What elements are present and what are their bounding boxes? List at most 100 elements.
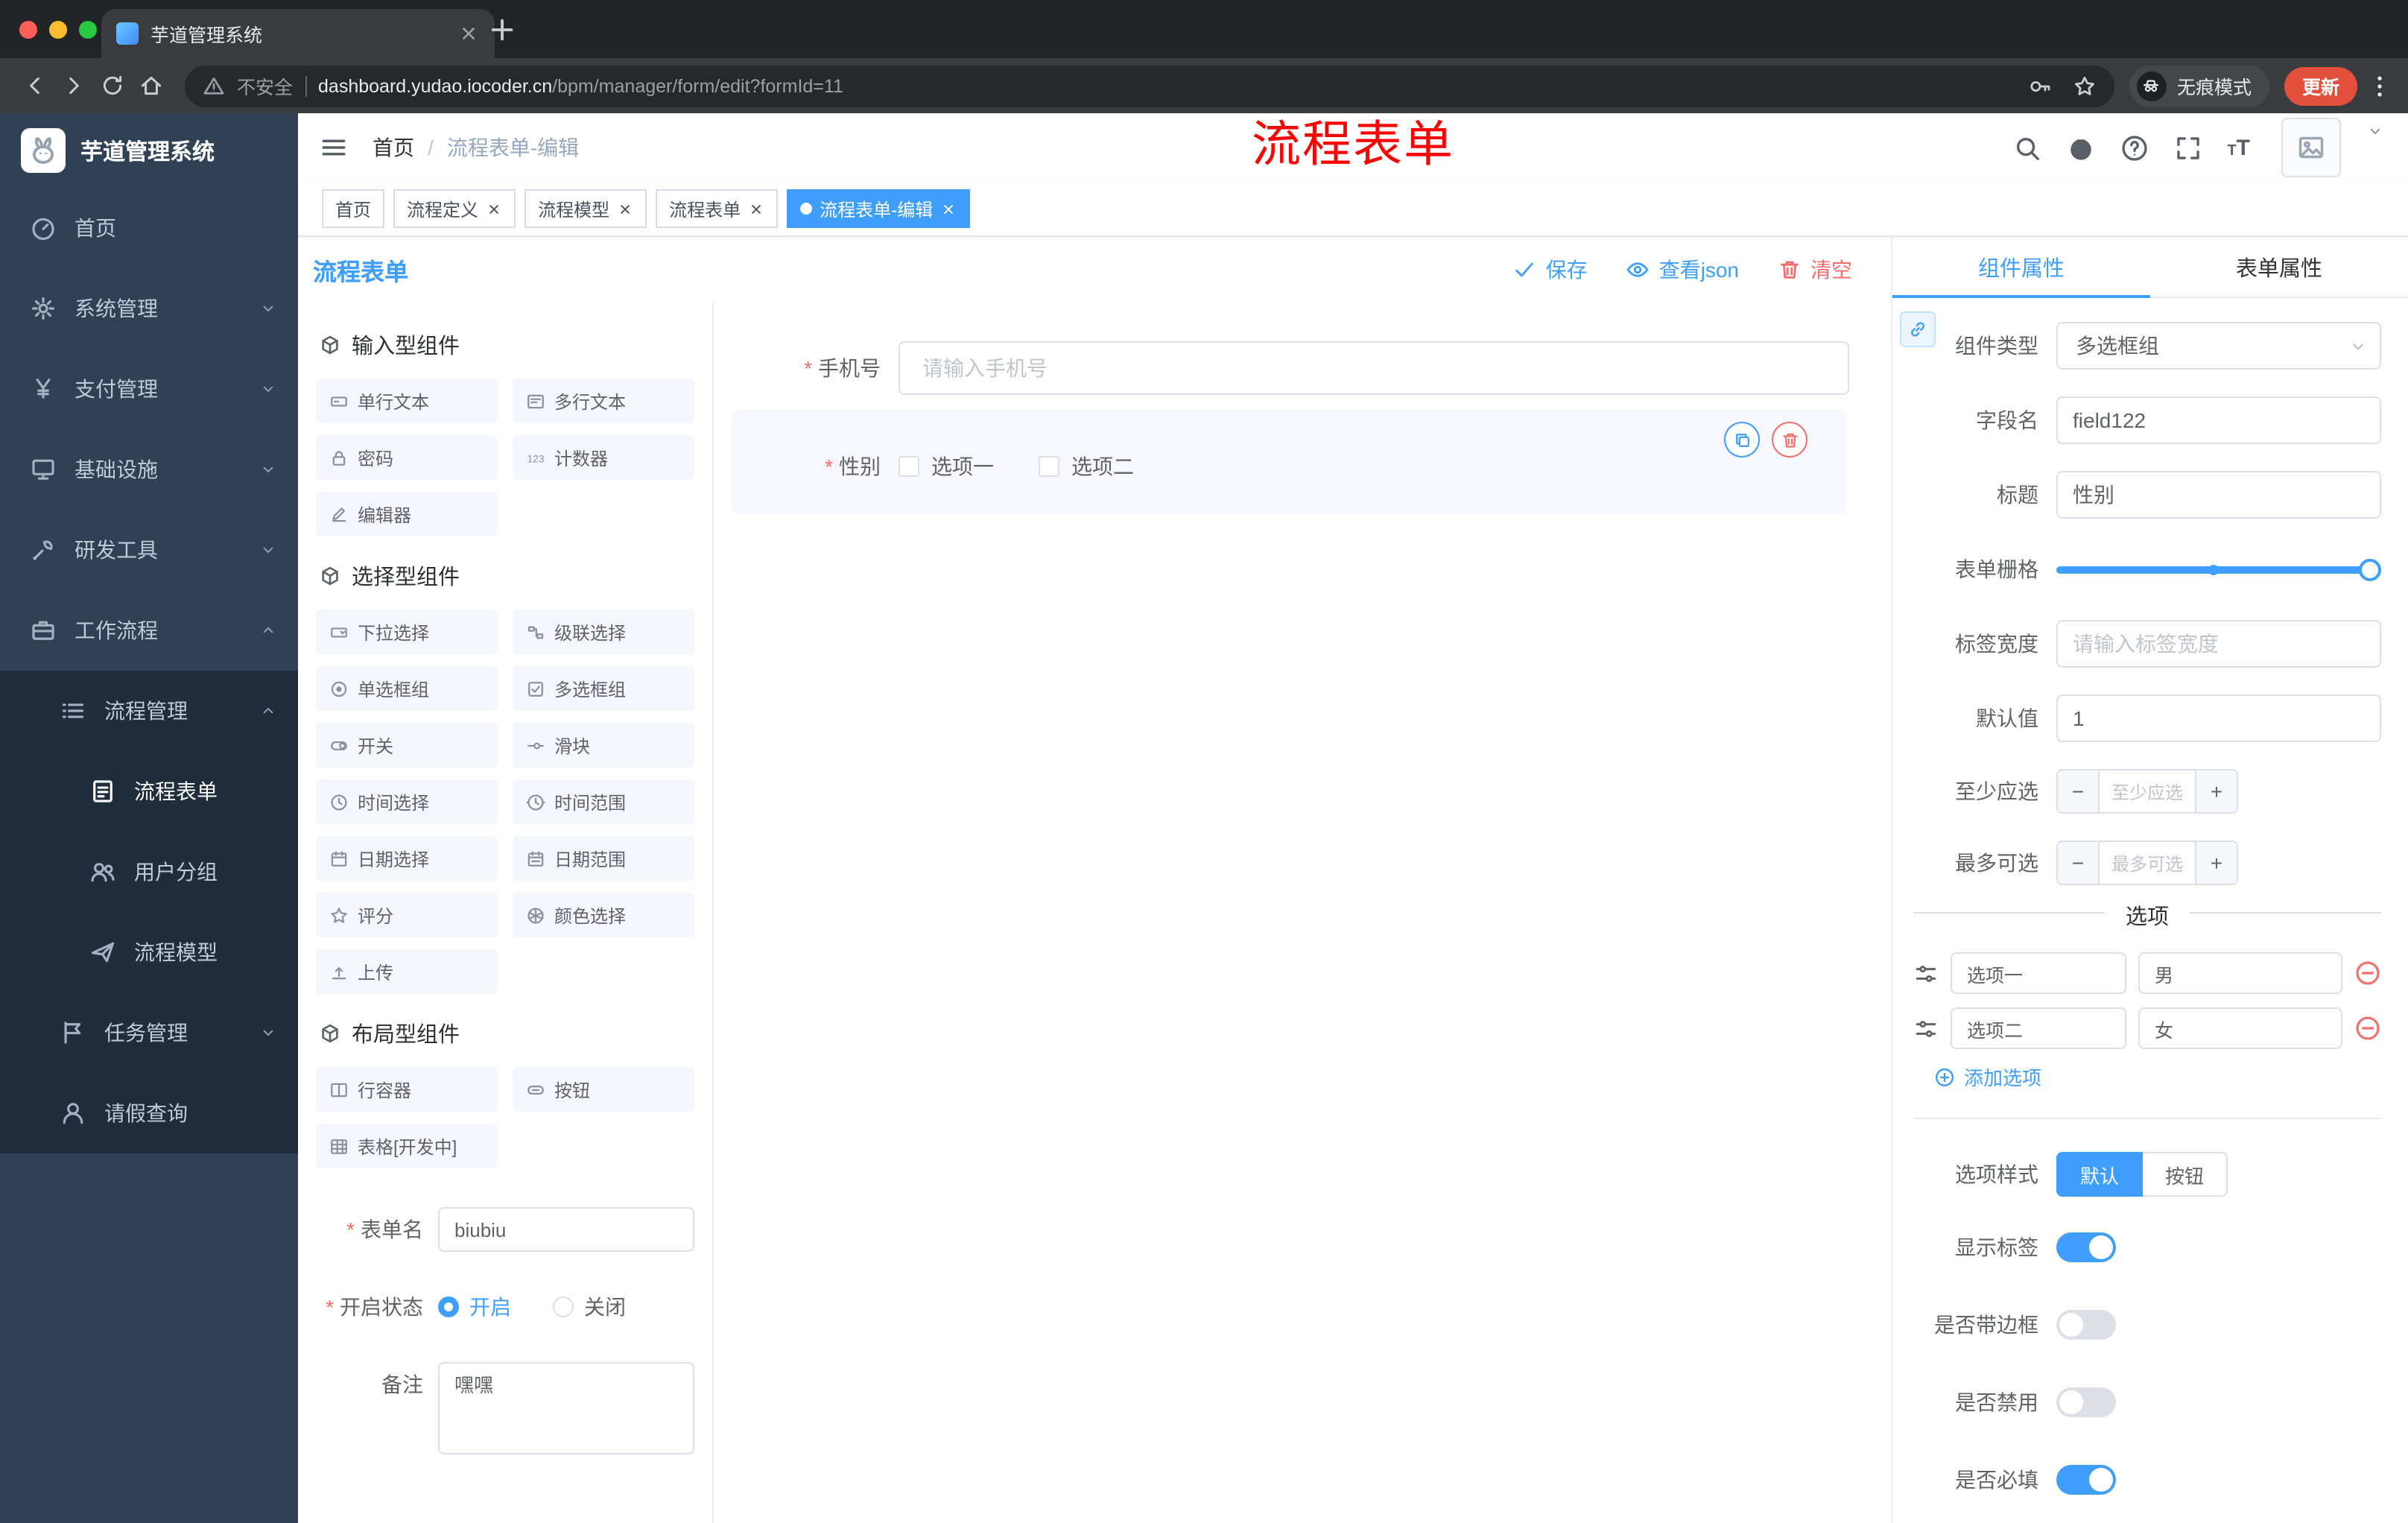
tag-item[interactable]: 流程定义 xyxy=(393,189,516,228)
security-warning-icon[interactable] xyxy=(203,75,225,97)
option-label-input[interactable] xyxy=(1951,952,2126,994)
avatar-dropdown-icon[interactable] xyxy=(2366,122,2384,140)
breadcrumb-home[interactable]: 首页 xyxy=(373,133,414,162)
phone-input[interactable] xyxy=(899,341,1849,395)
option-drag-handle[interactable] xyxy=(1913,960,1939,986)
home-button[interactable] xyxy=(131,66,170,105)
palette-item[interactable]: 级联选择 xyxy=(513,609,694,654)
phone-field-row[interactable]: 手机号 xyxy=(732,341,1849,395)
gender-option-2-checkbox[interactable]: 选项二 xyxy=(1039,452,1134,481)
fullscreen-button[interactable] xyxy=(2173,133,2202,162)
add-option-link[interactable]: 添加选项 xyxy=(1934,1063,2381,1091)
help-button[interactable] xyxy=(2120,133,2148,162)
sidebar-item-process-model[interactable]: 流程模型 xyxy=(0,912,298,992)
status-radio-on[interactable]: 开启 xyxy=(438,1285,511,1329)
style-button-button[interactable]: 按钮 xyxy=(2143,1152,2228,1197)
browser-tab[interactable]: 芋道管理系统 xyxy=(101,9,495,58)
palette-item[interactable]: 颜色选择 xyxy=(513,893,694,937)
option-drag-handle[interactable] xyxy=(1913,1016,1939,1041)
palette-item[interactable]: 密码 xyxy=(316,435,498,480)
palette-item[interactable]: 滑块 xyxy=(513,723,694,767)
default-value-input[interactable] xyxy=(2056,694,2381,742)
palette-item[interactable]: 编辑器 xyxy=(316,492,498,536)
sidebar-item-process-form[interactable]: 流程表单 xyxy=(0,751,298,832)
required-switch[interactable] xyxy=(2056,1465,2116,1495)
palette-item[interactable]: 日期范围 xyxy=(513,836,694,881)
tag-item[interactable]: 首页 xyxy=(322,189,385,228)
palette-item[interactable]: 单行文本 xyxy=(316,379,498,423)
remove-option-button[interactable] xyxy=(2354,960,2381,987)
close-icon[interactable] xyxy=(486,200,502,217)
max-count-value[interactable]: 最多可选 xyxy=(2100,842,2195,884)
search-button[interactable] xyxy=(2012,133,2041,162)
tab-component-props[interactable]: 组件属性 xyxy=(1892,237,2150,298)
tab-form-props[interactable]: 表单属性 xyxy=(2150,237,2408,297)
sidebar-item-task-mgmt[interactable]: 任务管理 xyxy=(0,992,298,1073)
min-count-value[interactable]: 至少应选 xyxy=(2100,770,2195,812)
sidebar-item-process-mgmt[interactable]: 流程管理 xyxy=(0,671,298,751)
omnibox[interactable]: 不安全 dashboard.yudao.iocoder.cn/bpm/manag… xyxy=(185,65,2114,107)
remark-textarea[interactable]: 嘿嘿 xyxy=(438,1362,694,1454)
min-decrease-button[interactable]: − xyxy=(2058,770,2100,812)
save-button[interactable]: 保存 xyxy=(1513,255,1588,285)
avatar[interactable] xyxy=(2281,118,2341,177)
style-default-button[interactable]: 默认 xyxy=(2056,1152,2144,1197)
palette-item[interactable]: 行容器 xyxy=(316,1067,498,1112)
password-key-icon[interactable] xyxy=(2028,74,2052,98)
palette-item[interactable]: 表格[开发中] xyxy=(316,1124,498,1168)
gender-option-1-checkbox[interactable]: 选项一 xyxy=(899,452,994,481)
view-json-button[interactable]: 查看json xyxy=(1626,255,1739,285)
form-canvas[interactable]: 手机号 性别 xyxy=(714,303,1891,1523)
palette-item[interactable]: 下拉选择 xyxy=(316,609,498,654)
sidebar-item-user-group[interactable]: 用户分组 xyxy=(0,832,298,912)
traffic-light-zoom[interactable] xyxy=(79,20,97,38)
label-width-input[interactable] xyxy=(2056,620,2381,668)
clear-button[interactable]: 清空 xyxy=(1778,255,1852,285)
min-increase-button[interactable]: + xyxy=(2195,770,2237,812)
sidebar-item-workflow[interactable]: 工作流程 xyxy=(0,590,298,671)
palette-item[interactable]: 日期选择 xyxy=(316,836,498,881)
sidebar-item-home[interactable]: 首页 xyxy=(0,188,298,268)
palette-item[interactable]: 评分 xyxy=(316,893,498,937)
component-type-select[interactable]: 多选框组 xyxy=(2056,322,2381,370)
delete-component-button[interactable] xyxy=(1772,422,1807,457)
tag-item[interactable]: 流程表单-编辑 xyxy=(787,189,971,228)
palette-item[interactable]: 开关 xyxy=(316,723,498,767)
palette-item[interactable]: 时间选择 xyxy=(316,779,498,824)
browser-menu-icon[interactable] xyxy=(2366,72,2393,99)
copy-component-button[interactable] xyxy=(1724,422,1760,457)
close-icon[interactable] xyxy=(748,200,764,217)
traffic-light-minimize[interactable] xyxy=(49,20,67,38)
tag-item[interactable]: 流程模型 xyxy=(525,189,647,228)
palette-item[interactable]: 多选框组 xyxy=(513,666,694,711)
new-tab-button[interactable] xyxy=(486,13,519,46)
sidebar-logo-row[interactable]: 芋道管理系统 xyxy=(0,113,298,188)
palette-item[interactable]: 按钮 xyxy=(513,1067,694,1112)
palette-item[interactable]: 123 计数器 xyxy=(513,435,694,480)
sidebar-item-infrastructure[interactable]: 基础设施 xyxy=(0,429,298,510)
palette-item[interactable]: 上传 xyxy=(316,949,498,994)
github-button[interactable] xyxy=(2066,133,2094,162)
palette-item[interactable]: 时间范围 xyxy=(513,779,694,824)
max-decrease-button[interactable]: − xyxy=(2058,842,2100,884)
update-button[interactable]: 更新 xyxy=(2284,66,2357,105)
link-badge[interactable] xyxy=(1900,311,1936,347)
traffic-light-close[interactable] xyxy=(19,20,37,38)
option-label-input[interactable] xyxy=(1951,1007,2126,1049)
tag-item[interactable]: 流程表单 xyxy=(656,189,779,228)
bordered-switch[interactable] xyxy=(2056,1310,2116,1340)
status-radio-off[interactable]: 关闭 xyxy=(553,1285,626,1329)
slider-handle[interactable] xyxy=(2359,559,2381,581)
bookmark-star-icon[interactable] xyxy=(2073,74,2097,98)
disabled-switch[interactable] xyxy=(2056,1387,2116,1417)
palette-item[interactable]: 多行文本 xyxy=(513,379,694,423)
close-icon[interactable] xyxy=(940,200,957,217)
palette-item[interactable]: 单选框组 xyxy=(316,666,498,711)
collapse-sidebar-button[interactable] xyxy=(319,133,349,162)
tab-close-icon[interactable] xyxy=(457,22,480,45)
option-value-input[interactable] xyxy=(2138,1007,2342,1049)
reload-button[interactable] xyxy=(92,66,131,105)
remove-option-button[interactable] xyxy=(2354,1015,2381,1042)
selected-component[interactable]: 性别 选项一 选项二 xyxy=(732,410,1846,514)
grid-slider[interactable] xyxy=(2056,545,2381,593)
